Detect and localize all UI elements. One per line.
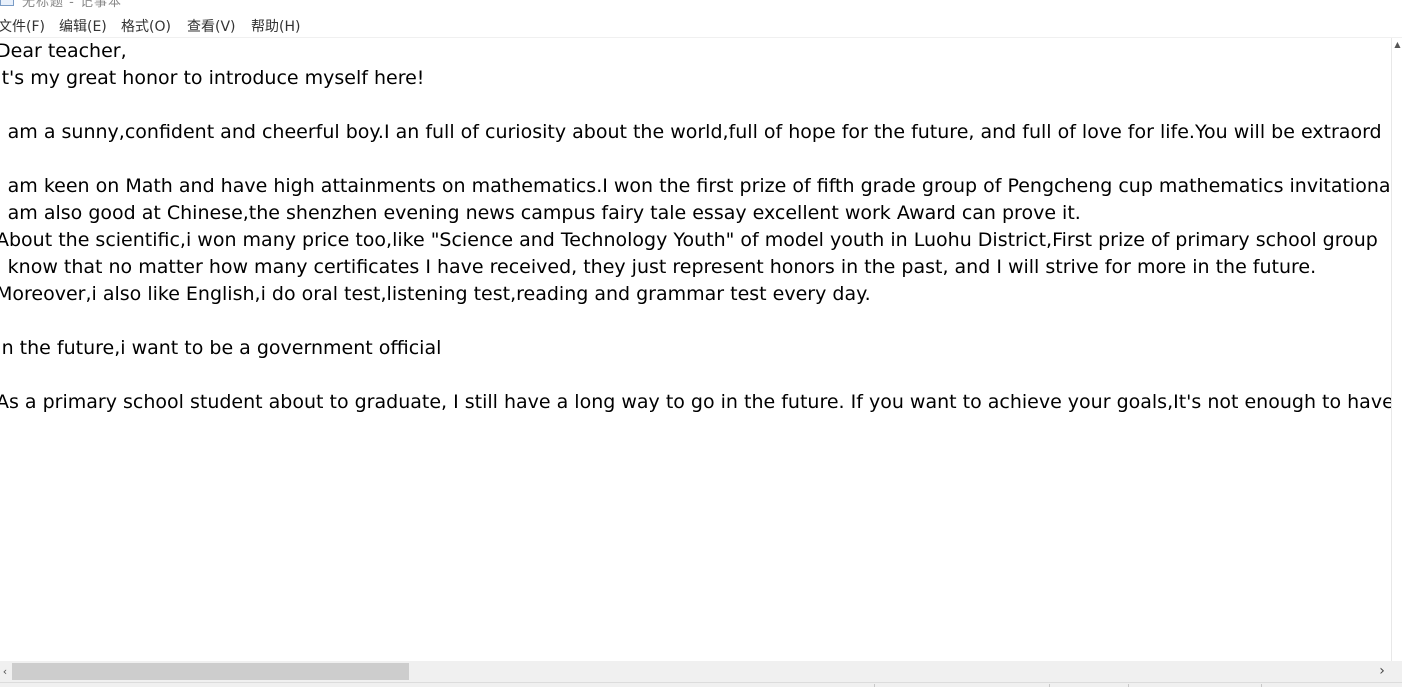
vertical-scrollbar[interactable] (1391, 38, 1402, 661)
chevron-right-icon[interactable]: › (1376, 661, 1388, 682)
window-title: 无标题 - 记事本 (22, 0, 122, 10)
text-line: Dear teacher, (0, 40, 127, 62)
status-bar (0, 682, 1402, 687)
chevron-left-icon[interactable]: ‹ (0, 661, 10, 682)
menu-view[interactable]: 查看(V) (187, 16, 236, 36)
text-line: I am a sunny,confident and cheerful boy.… (0, 121, 1382, 143)
notepad-icon (0, 0, 14, 6)
scrollbar-corner (1392, 661, 1402, 682)
text-line: As a primary school student about to gra… (0, 391, 1392, 413)
title-bar: 无标题 - 记事本 (0, 0, 1402, 12)
menu-help[interactable]: 帮助(H) (251, 16, 300, 36)
text-line: I know that no matter how many certifica… (0, 256, 1317, 278)
menu-format[interactable]: 格式(O) (121, 16, 171, 36)
text-editor[interactable]: Dear teacher, It's my great honor to int… (0, 38, 1392, 661)
menu-edit[interactable]: 编辑(E) (59, 16, 107, 36)
text-line: In the future,i want to be a government … (0, 337, 442, 359)
text-line: I am keen on Math and have high attainme… (0, 175, 1391, 197)
horizontal-scrollbar[interactable]: ‹ › (0, 661, 1392, 682)
text-line: About the scientific,i won many price to… (0, 229, 1378, 251)
scrollbar-thumb[interactable] (12, 663, 409, 680)
text-line: I am also good at Chinese,the shenzhen e… (0, 202, 1081, 224)
menu-file[interactable]: 文件(F) (0, 16, 45, 36)
chevron-up-icon[interactable]: ▲ (1393, 40, 1402, 50)
notepad-window: 无标题 - 记事本 文件(F) 编辑(E) 格式(O) 查看(V) 帮助(H) … (0, 0, 1402, 687)
text-line: It's my great honor to introduce myself … (0, 67, 425, 89)
text-line: Moreover,i also like English,i do oral t… (0, 283, 871, 305)
menu-bar: 文件(F) 编辑(E) 格式(O) 查看(V) 帮助(H) (0, 13, 1402, 38)
